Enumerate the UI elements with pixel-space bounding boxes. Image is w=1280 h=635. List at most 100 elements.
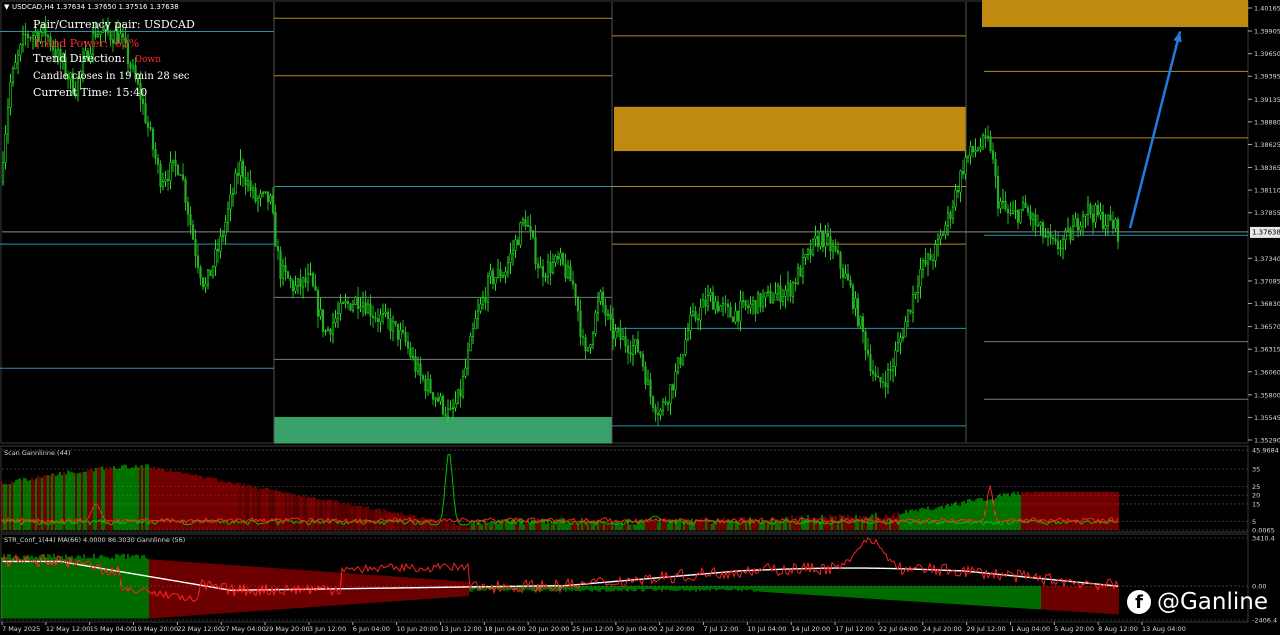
candle-body bbox=[166, 178, 170, 181]
dropdown-icon[interactable]: ▼ bbox=[4, 3, 10, 11]
candle-body bbox=[111, 39, 115, 44]
candle-body bbox=[529, 225, 532, 232]
candle-body bbox=[264, 191, 267, 193]
candle-body bbox=[769, 290, 772, 304]
candle-body bbox=[1101, 211, 1105, 229]
candle-body bbox=[1004, 200, 1007, 210]
time-tick-label: 17 Jul 12:00 bbox=[835, 625, 874, 633]
candle-body bbox=[149, 126, 152, 130]
candle-body bbox=[159, 163, 162, 187]
candle-body bbox=[379, 314, 382, 322]
candle-body bbox=[771, 299, 775, 304]
candle-body bbox=[699, 306, 702, 321]
time-tick-label: 5 Aug 20:00 bbox=[1054, 625, 1094, 633]
candle-body bbox=[219, 235, 222, 252]
candle-body bbox=[759, 292, 762, 308]
candle-body bbox=[589, 344, 592, 348]
candle-body bbox=[936, 238, 940, 245]
candle-body bbox=[751, 300, 755, 305]
candle-body bbox=[536, 263, 540, 269]
price-tick-label: 1.39395 bbox=[1254, 73, 1280, 81]
price-tick-label: 1.38625 bbox=[1254, 141, 1280, 149]
candle-body bbox=[894, 350, 897, 367]
candle-body bbox=[944, 224, 947, 236]
candle-body bbox=[691, 311, 695, 316]
scan-level-label: 15 bbox=[1252, 500, 1260, 508]
symbol-header[interactable]: ▼ USDCAD,H4 1.37634 1.37650 1.37516 1.37… bbox=[4, 3, 179, 11]
candle-body bbox=[1086, 204, 1090, 215]
candle-body bbox=[479, 303, 482, 312]
candle-body bbox=[939, 234, 942, 240]
price-tick-label: 1.38365 bbox=[1254, 164, 1280, 172]
candle-body bbox=[29, 37, 32, 39]
candle-body bbox=[1036, 224, 1040, 227]
candle-body bbox=[311, 273, 315, 287]
candle-body bbox=[141, 98, 145, 104]
candle-body bbox=[1009, 212, 1012, 215]
brand-handle: @Ganline bbox=[1156, 589, 1268, 615]
candle-body bbox=[764, 292, 767, 298]
candle-body bbox=[481, 297, 485, 305]
candle-body bbox=[876, 376, 880, 378]
candle-body bbox=[194, 239, 197, 257]
candle-body bbox=[401, 329, 405, 333]
price-tick-label: 1.37085 bbox=[1254, 277, 1280, 285]
candle-body bbox=[414, 356, 417, 372]
candle-body bbox=[441, 395, 445, 415]
candle-body bbox=[406, 341, 410, 349]
candle-body bbox=[856, 298, 860, 327]
candle-body bbox=[546, 261, 550, 277]
candle-body bbox=[884, 382, 887, 388]
candle-body bbox=[1116, 219, 1120, 242]
supply-zone[interactable] bbox=[614, 106, 966, 152]
candle-body bbox=[836, 249, 840, 253]
scan-title: Scan Gannlinne (44) bbox=[4, 449, 70, 457]
candle-body bbox=[806, 248, 810, 255]
time-tick-label: 14 Jul 20:00 bbox=[791, 625, 830, 633]
time-tick-label: 29 May 20:00 bbox=[265, 625, 310, 633]
candle-body bbox=[1021, 202, 1025, 210]
candle-body bbox=[791, 282, 795, 297]
candle-body bbox=[349, 303, 352, 311]
scan-level-label: 5 bbox=[1252, 518, 1256, 526]
candle-body bbox=[1081, 215, 1085, 227]
candle-body bbox=[1106, 214, 1110, 226]
candle-body bbox=[474, 318, 477, 330]
candle-body bbox=[451, 407, 455, 409]
candle-body bbox=[1034, 214, 1037, 226]
candle-body bbox=[544, 276, 547, 278]
candle-body bbox=[421, 375, 425, 380]
candle-body bbox=[956, 189, 960, 193]
candle-body bbox=[1046, 232, 1050, 237]
candle-body bbox=[784, 289, 787, 297]
candle-body bbox=[309, 273, 312, 275]
candle-body bbox=[229, 194, 232, 210]
candle-body bbox=[921, 260, 925, 270]
candle-body bbox=[1041, 222, 1045, 237]
candle-body bbox=[926, 254, 930, 265]
candle-body bbox=[634, 339, 637, 346]
candle-body bbox=[601, 291, 605, 306]
time-tick-label: 12 May 12:00 bbox=[46, 625, 91, 633]
candle-body bbox=[329, 328, 332, 335]
candle-body bbox=[504, 271, 507, 276]
candle-body bbox=[1071, 225, 1075, 241]
candle-body bbox=[711, 292, 715, 310]
candle-body bbox=[1049, 232, 1052, 238]
demand-zone[interactable] bbox=[274, 416, 612, 444]
candle-body bbox=[231, 193, 235, 196]
candle-body bbox=[729, 306, 732, 318]
time-tick-label: 29 Jul 12:00 bbox=[967, 625, 1006, 633]
candle-body bbox=[439, 395, 442, 402]
supply-zone[interactable] bbox=[982, 0, 1248, 28]
candle-body bbox=[671, 384, 675, 391]
candle-body bbox=[584, 337, 587, 351]
candle-body bbox=[1074, 218, 1077, 227]
candle-body bbox=[321, 309, 325, 332]
candle-body bbox=[996, 175, 1000, 209]
candle-body bbox=[501, 275, 505, 278]
time-tick-label: 30 Jun 04:00 bbox=[616, 625, 657, 633]
price-tick-label: 1.36315 bbox=[1254, 346, 1280, 354]
candle-body bbox=[461, 375, 465, 397]
candle-body bbox=[931, 259, 935, 262]
